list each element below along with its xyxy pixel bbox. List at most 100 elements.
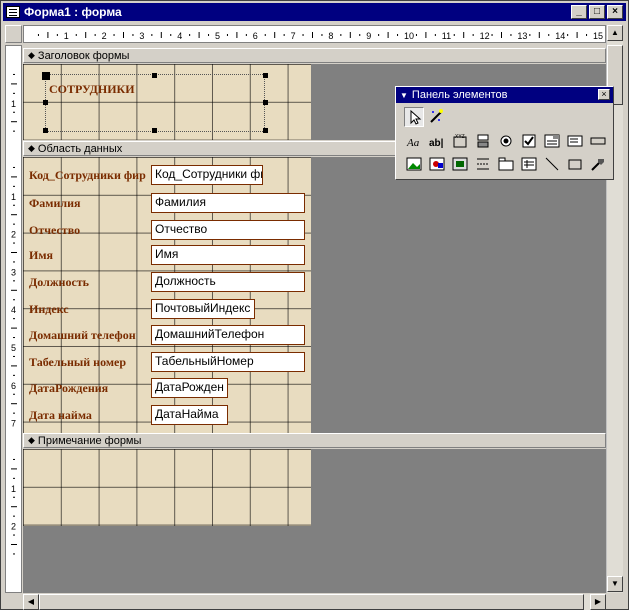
line-icon[interactable] (542, 155, 562, 175)
label-tool-icon[interactable]: Aa (404, 132, 424, 152)
field-label[interactable]: Имя (29, 248, 153, 263)
toolbox-title-bar[interactable]: ▼ Панель элементов × (396, 87, 613, 103)
section-bar-footer[interactable]: ◆ Примечание формы (23, 433, 606, 448)
svg-text:XYZ: XYZ (455, 134, 465, 140)
ruler-number: 5 (11, 343, 16, 353)
horizontal-ruler-ticks: 1 2 3 4 5 6 7 8 9 10 11 12 13 14 15 (37, 31, 603, 41)
field-textbox[interactable]: ПочтовыйИндекс (151, 299, 255, 319)
minimize-button[interactable]: _ (571, 5, 587, 19)
scroll-down-button[interactable]: ▼ (607, 576, 623, 592)
field-label[interactable]: Код_Сотрудники фир (29, 168, 153, 183)
page-break-icon[interactable] (473, 155, 493, 175)
listbox-icon[interactable] (565, 132, 585, 152)
scroll-right-button[interactable]: ▶ (590, 594, 606, 610)
field-textbox[interactable]: Должность (151, 272, 305, 292)
field-textbox[interactable]: Имя (151, 245, 305, 265)
subform-icon[interactable] (519, 155, 539, 175)
ruler-number: 3 (11, 267, 16, 277)
palette-menu-icon[interactable]: ▼ (400, 91, 408, 100)
resize-handle[interactable] (263, 128, 268, 133)
toolbox-close-button[interactable]: × (598, 89, 610, 100)
ruler-number: 1 (11, 99, 16, 109)
maximize-button[interactable]: □ (589, 5, 605, 19)
resize-handle[interactable] (263, 73, 268, 78)
command-button-icon[interactable] (588, 132, 608, 152)
checkbox-icon[interactable] (519, 132, 539, 152)
ruler-number: 3 (139, 31, 144, 41)
ruler-number: 7 (291, 31, 296, 41)
resize-handle[interactable] (152, 128, 157, 133)
toggle-button-icon[interactable] (473, 132, 493, 152)
rectangle-icon[interactable] (565, 155, 585, 175)
field-textbox[interactable]: Фамилия (151, 193, 305, 213)
field-label[interactable]: Дата найма (29, 408, 153, 423)
ruler-number: 6 (11, 381, 16, 391)
resize-handle[interactable] (43, 100, 48, 105)
field-textbox[interactable]: ДатаРожден (151, 378, 228, 398)
close-button[interactable]: × (607, 5, 623, 19)
horizontal-scrollbar[interactable]: ◀ ▶ (23, 594, 606, 610)
horizontal-scroll-thumb[interactable] (39, 594, 584, 610)
field-label[interactable]: Домашний телефон (29, 328, 153, 343)
more-controls-icon[interactable] (588, 155, 608, 175)
field-label[interactable]: ДатаРождения (29, 381, 153, 396)
option-group-icon[interactable]: XYZ (450, 132, 470, 152)
scroll-left-button[interactable]: ◀ (23, 594, 39, 610)
tab-control-icon[interactable] (496, 155, 516, 175)
section-arrow-icon: ◆ (28, 435, 35, 445)
form-footer-grid (23, 449, 311, 526)
vertical-ruler[interactable]: 1 1 2 3 4 5 6 7 1 2 (5, 45, 22, 593)
form-footer-area[interactable] (23, 449, 606, 593)
title-bar[interactable]: Форма1 : форма _ □ × (3, 3, 626, 21)
section-bar-header[interactable]: ◆ Заголовок формы (23, 48, 606, 63)
ruler-number: 15 (593, 31, 603, 41)
field-textbox[interactable]: ДатаНайма (151, 405, 228, 425)
field-label[interactable]: Табельный номер (29, 355, 153, 370)
svg-text:Aa: Aa (406, 137, 420, 149)
field-label[interactable]: Должность (29, 275, 153, 290)
control-wizard-icon[interactable] (426, 107, 446, 127)
resize-handle[interactable] (43, 128, 48, 133)
unbound-object-icon[interactable] (427, 155, 447, 175)
field-textbox[interactable]: Код_Сотрудники фи (151, 165, 263, 185)
section-arrow-icon: ◆ (28, 143, 35, 153)
ruler-number: 1 (64, 31, 69, 41)
toolbox-palette[interactable]: ▼ Панель элементов × Aa ab| XYZ (395, 86, 614, 180)
svg-text:ab|: ab| (429, 138, 444, 149)
field-textbox[interactable]: ТабельныйНомер (151, 352, 305, 372)
select-pointer-icon[interactable] (404, 107, 424, 127)
move-handle[interactable] (42, 72, 50, 80)
form-icon (6, 6, 20, 18)
ruler-number: 1 (11, 484, 16, 494)
window-title: Форма1 : форма (24, 5, 122, 19)
option-button-icon[interactable] (496, 132, 516, 152)
ruler-number: 4 (177, 31, 182, 41)
ruler-number: 2 (11, 522, 16, 532)
scroll-up-button[interactable]: ▲ (607, 25, 623, 41)
image-icon[interactable] (404, 155, 424, 175)
ruler-number: 9 (366, 31, 371, 41)
detail-area[interactable]: Код_Сотрудники фир Код_Сотрудники фи Фамил… (23, 157, 606, 433)
field-textbox[interactable]: Отчество (151, 220, 305, 240)
ruler-number: 7 (11, 419, 16, 429)
field-label[interactable]: Отчество (29, 223, 153, 238)
section-detail-label: Область данных (37, 142, 123, 155)
field-label[interactable]: Фамилия (29, 196, 153, 211)
ruler-number: 2 (102, 31, 107, 41)
ruler-number: 1 (11, 192, 16, 202)
horizontal-ruler[interactable]: 1 2 3 4 5 6 7 8 9 10 11 12 13 14 15 (23, 25, 606, 43)
ruler-number: 5 (215, 31, 220, 41)
vertical-ruler-ticks: 1 1 2 3 4 5 6 7 1 2 (11, 73, 17, 555)
resize-handle[interactable] (263, 100, 268, 105)
combobox-icon[interactable] (542, 132, 562, 152)
resize-handle[interactable] (152, 73, 157, 78)
ruler-number: 8 (328, 31, 333, 41)
field-label[interactable]: Индекс (29, 302, 153, 317)
ruler-corner[interactable] (5, 25, 22, 43)
textbox-tool-icon[interactable]: ab| (427, 132, 447, 152)
bound-object-icon[interactable] (450, 155, 470, 175)
header-title-label[interactable]: СОТРУДНИКИ (49, 82, 135, 97)
field-textbox[interactable]: ДомашнийТелефон (151, 325, 305, 345)
section-arrow-icon: ◆ (28, 50, 35, 60)
form-design-window: Форма1 : форма _ □ × 1 2 3 4 5 6 7 8 9 10 11 12 13 14… (0, 0, 629, 610)
